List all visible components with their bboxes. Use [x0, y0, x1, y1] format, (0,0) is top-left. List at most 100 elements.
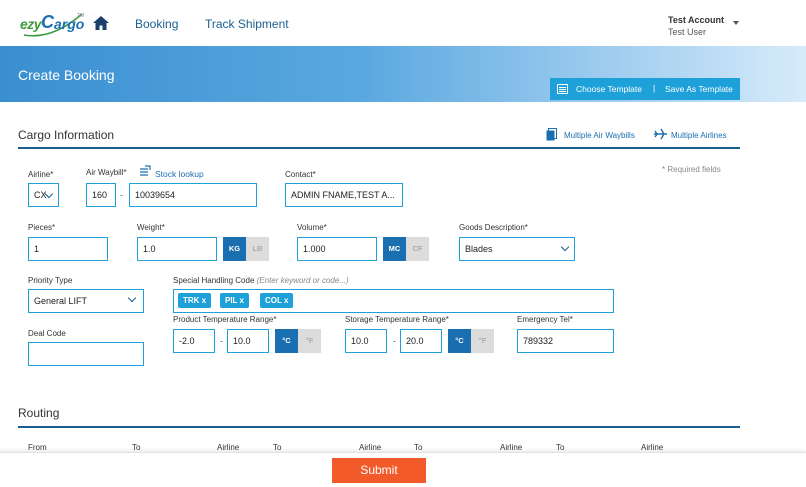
deal-code-label: Deal Code: [28, 329, 66, 338]
emergency-tel-input[interactable]: 789332: [517, 329, 614, 353]
shc-chip-trk[interactable]: TRK x: [178, 293, 212, 308]
awb-number-input[interactable]: 10039654: [129, 183, 257, 207]
product-temp-max-input[interactable]: 10.0: [227, 329, 269, 353]
template-list-icon: [557, 84, 568, 94]
ezycargo-logo[interactable]: ezy C argo TM: [20, 10, 84, 38]
pieces-input[interactable]: 1: [28, 237, 108, 261]
home-icon[interactable]: [92, 14, 110, 32]
contact-value: ADMIN FNAME,TEST A...: [291, 190, 395, 200]
storage-temp-dash: -: [393, 336, 396, 346]
template-actions: Choose Template | Save As Template: [550, 78, 740, 100]
priority-type-value: General LIFT: [34, 296, 88, 306]
cargo-section-divider: [18, 147, 740, 149]
shc-label: Special Handling Code (Enter keyword or …: [173, 276, 349, 285]
airline-value: CX: [34, 190, 47, 200]
product-temp-dash: -: [220, 336, 223, 346]
product-temp-min-input[interactable]: -2.0: [173, 329, 215, 353]
emergency-tel-label: Emergency Tel*: [517, 315, 573, 324]
multiple-airlines-link[interactable]: Multiple Airlines: [671, 131, 727, 140]
nav-booking[interactable]: Booking: [135, 17, 178, 31]
storage-temp-min-value: 10.0: [351, 336, 369, 346]
volume-unit-cf[interactable]: CF: [406, 237, 429, 261]
routing-header-airline: Airline: [217, 443, 240, 452]
storage-temp-unit-c[interactable]: °C: [448, 329, 471, 353]
routing-header-airline: Airline: [359, 443, 382, 452]
account-user: Test User: [668, 27, 707, 37]
priority-type-select[interactable]: General LIFT: [28, 289, 144, 313]
product-temp-unit-c[interactable]: °C: [275, 329, 298, 353]
routing-header-airline: Airline: [500, 443, 523, 452]
airline-select[interactable]: CX: [28, 183, 59, 207]
account-menu[interactable]: Test Account Test User: [668, 14, 724, 38]
pieces-label: Pieces*: [28, 223, 56, 232]
contact-input[interactable]: ADMIN FNAME,TEST A...: [285, 183, 403, 207]
product-temp-unit-f[interactable]: °F: [298, 329, 321, 353]
weight-value: 1.0: [143, 244, 156, 254]
account-caret-icon[interactable]: [733, 21, 739, 25]
weight-unit-lb[interactable]: LB: [246, 237, 269, 261]
storage-temp-unit-f[interactable]: °F: [471, 329, 494, 353]
submit-button[interactable]: Submit: [332, 458, 426, 483]
volume-unit-mc[interactable]: MC: [383, 237, 406, 261]
goods-description-label: Goods Description*: [459, 223, 528, 232]
awb-prefix-input[interactable]: 160: [86, 183, 116, 207]
goods-description-select[interactable]: Blades: [459, 237, 575, 261]
awb-label: Air Waybill*: [86, 168, 127, 177]
goods-description-value: Blades: [465, 244, 493, 254]
stock-lookup-icon[interactable]: [139, 165, 151, 177]
footer-bar: Submit: [0, 452, 806, 487]
volume-unit-toggle[interactable]: MC CF: [383, 237, 429, 261]
pieces-value: 1: [34, 244, 40, 254]
page-title: Create Booking: [18, 67, 115, 83]
template-separator: |: [653, 83, 656, 93]
storage-temp-label: Storage Temperature Range*: [345, 315, 449, 324]
storage-temp-max-value: 20.0: [406, 336, 424, 346]
volume-label: Volume*: [297, 223, 327, 232]
weight-unit-toggle[interactable]: KG LB: [223, 237, 269, 261]
shc-label-text: Special Handling Code: [173, 276, 255, 285]
awb-dash: -: [120, 190, 123, 200]
volume-input[interactable]: 1.000: [297, 237, 377, 261]
storage-temp-min-input[interactable]: 10.0: [345, 329, 387, 353]
awb-prefix-value: 160: [92, 190, 108, 200]
product-temp-unit-toggle[interactable]: °C °F: [275, 329, 321, 353]
product-temp-label: Product Temperature Range*: [173, 315, 277, 324]
storage-temp-max-input[interactable]: 20.0: [400, 329, 442, 353]
shc-chip-pil[interactable]: PIL x: [220, 293, 249, 308]
deal-code-input[interactable]: [28, 342, 144, 366]
routing-header-to: To: [132, 443, 141, 452]
routing-header-from: From: [28, 443, 47, 452]
routing-header-to: To: [273, 443, 282, 452]
save-template-button[interactable]: Save As Template: [665, 84, 733, 94]
top-navigation: ezy C argo TM Booking Track Shipment Tes…: [0, 0, 806, 46]
emergency-tel-value: 789332: [523, 336, 554, 346]
product-temp-min-value: -2.0: [179, 336, 195, 346]
shc-chip-col[interactable]: COL x: [260, 293, 294, 308]
logo-text-ezy: ezy: [20, 16, 42, 32]
storage-temp-unit-toggle[interactable]: °C °F: [448, 329, 494, 353]
weight-input[interactable]: 1.0: [137, 237, 217, 261]
volume-value: 1.000: [303, 244, 326, 254]
shc-label-hint: (Enter keyword or code...): [256, 276, 349, 285]
choose-template-button[interactable]: Choose Template: [576, 84, 642, 94]
product-temp-max-value: 10.0: [233, 336, 251, 346]
routing-header-airline: Airline: [641, 443, 664, 452]
nav-track-shipment[interactable]: Track Shipment: [205, 17, 289, 31]
booking-form-panel: [0, 102, 740, 452]
stock-lookup-link[interactable]: Stock lookup: [155, 169, 204, 179]
weight-unit-kg[interactable]: KG: [223, 237, 246, 261]
routing-section-title: Routing: [18, 406, 60, 420]
multiple-air-waybills-link[interactable]: Multiple Air Waybills: [564, 131, 635, 140]
logo-text-c: C: [41, 12, 54, 32]
multiple-awb-icon[interactable]: [546, 128, 558, 141]
multiple-airlines-icon[interactable]: [653, 128, 668, 140]
required-fields-note: * Required fields: [662, 165, 721, 174]
priority-type-label: Priority Type: [28, 276, 73, 285]
account-name: Test Account: [668, 15, 725, 25]
logo-trademark: TM: [77, 13, 85, 19]
contact-label: Contact*: [285, 170, 316, 179]
routing-header-to: To: [556, 443, 565, 452]
cargo-section-title: Cargo Information: [18, 128, 115, 142]
routing-section-divider: [18, 426, 740, 428]
airline-label: Airline*: [28, 170, 54, 179]
